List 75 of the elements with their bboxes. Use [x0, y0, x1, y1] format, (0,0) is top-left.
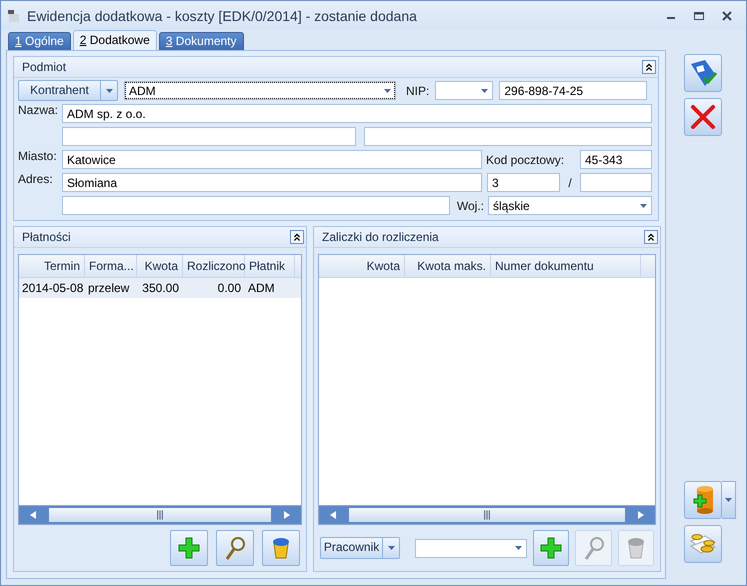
flat-number-field[interactable]: [580, 173, 652, 192]
scroll-thumb[interactable]: [349, 508, 625, 522]
tab[interactable]: 2 Dodatkowe: [72, 30, 157, 50]
app-icon: [7, 8, 21, 22]
nip-field[interactable]: 296-898-74-25: [499, 81, 648, 100]
employee-combo[interactable]: [415, 538, 528, 558]
separator-text: /: [567, 176, 573, 190]
collapse-icon[interactable]: [644, 230, 658, 244]
plus-icon: [177, 536, 201, 560]
caret-icon: [481, 88, 488, 92]
column-header[interactable]: Forma...: [85, 255, 137, 277]
window-title: Ewidencja dodatkowa - koszty [EDK/0/2014] - zostanie dodana: [27, 8, 417, 24]
caret-icon: [388, 546, 395, 550]
cross-icon: [688, 102, 718, 132]
caret-icon: [384, 88, 391, 92]
delete-button[interactable]: [262, 530, 300, 566]
table-cell: 2014-05-08: [19, 278, 85, 298]
tab[interactable]: 1 Ogólne: [8, 32, 71, 50]
table-row[interactable]: 2014-05-08 przelew 350.00 0.00 ADM: [19, 278, 301, 298]
scroll-thumb[interactable]: [49, 508, 271, 522]
add-button[interactable]: [170, 530, 208, 566]
nip-prefix-combo[interactable]: [435, 81, 494, 100]
city-field[interactable]: Katowice: [62, 150, 482, 169]
name-field[interactable]: ADM sp. z o.o.: [62, 104, 652, 123]
type-button[interactable]: Kontrahent: [18, 80, 118, 101]
column-header[interactable]: Numer dokumentu: [491, 255, 641, 277]
nip-label: NIP:: [406, 84, 430, 98]
column-header[interactable]: Termin: [19, 255, 85, 277]
caret-icon: [640, 204, 647, 208]
maximize-icon[interactable]: [694, 10, 704, 20]
view-button[interactable]: [216, 530, 254, 566]
table-cell: ADM: [245, 278, 295, 298]
table-cell: przelew: [85, 278, 137, 298]
horizontal-scrollbar[interactable]: [319, 505, 655, 524]
name-field[interactable]: [62, 127, 356, 146]
caret-icon: [515, 546, 522, 550]
column-header[interactable]: Kwota: [137, 255, 183, 277]
province-label: Woj.:: [456, 198, 484, 212]
table-cell: 350.00: [137, 278, 183, 298]
add-document-button[interactable]: [684, 481, 722, 519]
group-title: Podmiot: [22, 60, 66, 74]
address-field[interactable]: [62, 196, 450, 215]
group-title: Zaliczki do rozliczenia: [322, 230, 439, 244]
horizontal-scrollbar[interactable]: [19, 505, 301, 524]
house-number-field[interactable]: 3: [487, 173, 560, 192]
province-combo[interactable]: śląskie: [488, 196, 652, 215]
floppy-check-icon: [688, 58, 718, 88]
caret-icon: [106, 88, 112, 92]
column-header[interactable]: Kwota: [319, 255, 405, 277]
postcode-label: Kod pocztowy:: [486, 152, 566, 166]
name-label: Nazwa:: [18, 103, 60, 117]
coins-button[interactable]: [684, 525, 722, 563]
contractor-combo[interactable]: ADM: [124, 81, 396, 100]
street-field[interactable]: Słomiana: [62, 173, 482, 192]
collapse-icon[interactable]: [642, 60, 656, 74]
add-button[interactable]: [533, 530, 570, 566]
address-label: Adres:: [18, 172, 54, 186]
plus-icon: [539, 536, 564, 560]
group-title: Płatności: [22, 230, 71, 244]
magnifier-icon: [223, 536, 247, 560]
column-header[interactable]: Rozliczono: [183, 255, 245, 277]
tab[interactable]: 3 Dokumenty: [158, 32, 244, 50]
employee-button[interactable]: Pracownik: [320, 537, 400, 559]
collapse-icon[interactable]: [290, 230, 304, 244]
caret-icon: [725, 498, 732, 502]
city-label: Miasto:: [18, 149, 58, 163]
name-field[interactable]: [364, 127, 652, 146]
cancel-button[interactable]: [684, 98, 722, 136]
column-header[interactable]: Kwota maks.: [405, 255, 491, 277]
table-cell: 0.00: [183, 278, 245, 298]
postcode-field[interactable]: 45-343: [580, 150, 652, 169]
save-button[interactable]: [684, 54, 722, 92]
column-header[interactable]: Płatnik: [245, 255, 295, 277]
dropdown-button[interactable]: [722, 481, 736, 519]
close-icon[interactable]: [722, 10, 732, 20]
